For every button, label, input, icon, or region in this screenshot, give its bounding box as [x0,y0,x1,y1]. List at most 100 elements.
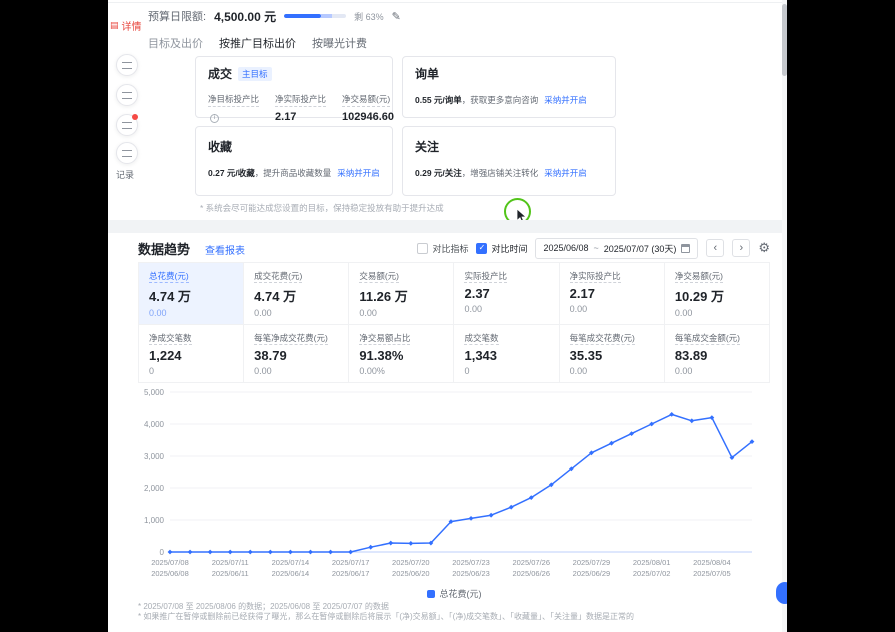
chart-legend: 总花费(元) [138,587,770,600]
metric-card-value: 1,224 [149,348,233,363]
metric-value: 2.17 [275,111,326,123]
chart-footnote-2: * 如果推广在暂停或删除前已经获得了曝光，那么在暂停或删除后将展示「(净)交易额… [138,611,634,622]
checkbox-unchecked-icon [417,243,428,254]
view-report-link[interactable]: 查看报表 [205,242,245,257]
metric-card-compare-value: 0.00 [254,308,338,318]
calendar-icon [681,244,690,253]
metric-card-compare-value: 0.00 [570,304,654,314]
adopt-enable-link[interactable]: 采纳并开启 [544,168,587,178]
side-tool-button-4[interactable] [116,142,138,164]
goal-price: 0.29 元/关注 [415,168,462,178]
svg-text:2025/07/17: 2025/07/17 [332,558,370,567]
svg-text:2025/06/17: 2025/06/17 [332,569,370,578]
metric-card-label: 每笔成交花费(元) [570,332,654,344]
metric-card-compare-value: 0.00 [359,308,443,318]
svg-text:2025/07/05: 2025/07/05 [693,569,731,578]
trend-chart-svg: 01,0002,0003,0004,0005,0002025/07/082025… [138,382,770,587]
metric-card-value: 83.89 [675,348,759,363]
info-icon[interactable]: i [210,114,219,123]
bidding-label: 目标及出价 [148,35,203,51]
compare-metric-checkbox[interactable]: 对比指标 [417,242,468,255]
metric-card-label: 每笔净成交花费(元) [254,332,338,344]
goal-card-inquiry[interactable]: 询单 0.55 元/询单，获取更多意向咨询采纳并开启 [402,56,616,118]
metric-card-8[interactable]: 每笔净成交花费(元)38.790.00 [244,325,349,383]
tab-bid-by-exposure[interactable]: 按曝光计费 [312,35,367,51]
goal-card-deal[interactable]: 成交 主目标 净目标投产比i 2.45✎ 净实际投产比 2.17 净交易额(元)… [195,56,393,118]
scrollbar-thumb[interactable] [782,4,787,76]
scrollbar-track [782,0,787,632]
top-divider [108,2,787,3]
goal-note: * 系统会尽可能达成您设置的目标，保持稳定投放有助于提升达成 [200,202,444,214]
goal-card-title: 成交 [208,65,232,82]
budget-progress-fill [284,14,321,18]
metric-card-label: 净交易额(元) [675,270,759,282]
ad-plan-detail-panel: ▤ 详情 记录 预算日限额: 4,500.00 元 剩 63% ✎ 目标及出价 … [108,0,787,632]
metric-card-3[interactable]: 交易额(元) 11.26 万 0.00 [349,263,454,325]
metric-label: 净实际投产比 [275,93,326,107]
budget-row: 预算日限额: 4,500.00 元 剩 63% ✎ [148,7,401,25]
metric-card-7[interactable]: 净成交笔数 1,224 0 [139,325,244,383]
svg-text:2025/06/11: 2025/06/11 [212,569,249,578]
metric-card-value: 10.29 万 [675,286,759,305]
goal-card-favorite[interactable]: 收藏 0.27 元/收藏，提升商品收藏数量采纳并开启 [195,126,393,196]
side-tool-button-1[interactable] [116,54,138,76]
svg-text:2025/07/11: 2025/07/11 [212,558,249,567]
metric-card-9[interactable]: 净交易额占比91.38%0.00% [349,325,454,383]
compare-date-range-picker[interactable]: 2025/06/08 ~ 2025/07/07 (30天) [535,238,698,259]
metric-card-1[interactable]: 总花费(元)4.74 万0.00 [139,263,244,325]
metric-card-label: 净实际投产比 [570,270,654,282]
metric-card-compare-value: 0 [464,366,548,376]
metric-card-compare-value: 0 [149,366,233,376]
metric-card-value: 11.26 万 [359,286,443,305]
svg-text:5,000: 5,000 [144,388,165,397]
metric-card-4[interactable]: 实际投产比2.370.00 [454,263,559,325]
compare-time-checkbox[interactable]: ✓ 对比时间 [476,242,527,255]
screen: ▤ 详情 记录 预算日限额: 4,500.00 元 剩 63% ✎ 目标及出价 … [0,0,895,632]
metric-card-11[interactable]: 每笔成交花费(元)35.350.00 [560,325,665,383]
floating-handle[interactable] [776,582,787,604]
gear-icon[interactable]: ⚙ [758,240,770,256]
budget-edit-icon[interactable]: ✎ [392,10,401,23]
metric-card-10[interactable]: 成交笔数1,3430 [454,325,559,383]
side-tool-button-2[interactable] [116,84,138,106]
metric-card-2[interactable]: 成交花费(元)4.74 万0.00 [244,263,349,325]
next-period-button[interactable]: › [732,239,750,257]
metric-card-value: 1,343 [464,348,548,363]
svg-text:2025/07/02: 2025/07/02 [633,569,671,578]
metric-card-label: 交易额(元) [359,270,443,282]
trend-chart: 01,0002,0003,0004,0005,0002025/07/082025… [138,382,770,587]
tool-icon [122,92,132,99]
goal-card-desc: 0.55 元/询单，获取更多意向咨询采纳并开启 [415,94,603,106]
goal-card-header: 成交 主目标 [208,65,380,82]
side-detail-label: 详情 [122,18,142,33]
adopt-enable-link[interactable]: 采纳并开启 [337,168,380,178]
side-tool-button-3[interactable] [116,114,138,136]
section-divider-band [108,220,787,233]
detail-icon: ▤ [110,21,119,30]
metric-card-12[interactable]: 每笔成交金额(元)83.890.00 [665,325,770,383]
metric-card-compare-value: 0.00 [570,366,654,376]
metric-card-label: 净成交笔数 [149,332,233,344]
goal-card-title: 收藏 [208,138,232,155]
metric-card-compare-value: 0.00 [675,366,759,376]
svg-text:2025/07/14: 2025/07/14 [272,558,310,567]
metric-card-compare-value: 0.00 [464,304,548,314]
metric-card-5[interactable]: 净实际投产比 2.17 0.00 [560,263,665,325]
metric-label: 净交易额(元) [342,93,390,107]
date-end: 2025/07/07 (30天) [604,242,677,255]
metric-card-value: 2.17 [570,286,654,301]
goal-card-follow[interactable]: 关注 0.29 元/关注，增强店铺关注转化采纳并开启 [402,126,616,196]
metric-card-value: 91.38% [359,348,443,363]
adopt-enable-link[interactable]: 采纳并开启 [544,95,587,105]
budget-label: 预算日限额: [148,8,206,24]
goal-card-desc: 0.29 元/关注，增强店铺关注转化采纳并开启 [415,167,603,179]
tab-bid-by-goal[interactable]: 按推广目标出价 [219,35,296,51]
metric-card-6[interactable]: 净交易额(元)10.29 万0.00 [665,263,770,325]
svg-text:2025/07/26: 2025/07/26 [512,558,550,567]
metric-label: 净目标投产比 [208,93,259,107]
legend-swatch [427,590,435,598]
notification-dot [132,114,138,120]
metric-card-compare-value: 0.00% [359,366,443,376]
metric-card-grid: 总花费(元)4.74 万0.00成交花费(元)4.74 万0.00 交易额(元) 1… [138,262,770,383]
prev-period-button[interactable]: ‹ [706,239,724,257]
